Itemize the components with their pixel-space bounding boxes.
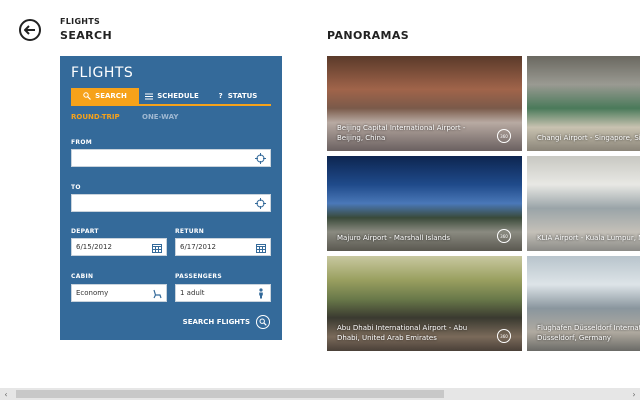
search-icon	[83, 92, 92, 100]
tab-schedule-label: SCHEDULE	[157, 92, 199, 100]
depart-date-input[interactable]: 6/15/2012	[71, 238, 167, 256]
person-icon	[255, 288, 266, 299]
list-icon	[145, 93, 154, 99]
cabin-value: Economy	[76, 289, 109, 297]
seat-icon	[151, 288, 162, 299]
page-title: SEARCH	[60, 29, 113, 42]
rotate-360-icon: 360	[497, 229, 511, 243]
caption-line: KLIA Airport - Kuala Lumpur, Ma	[537, 234, 640, 242]
to-label: TO	[71, 184, 81, 191]
from-label: FROM	[71, 139, 92, 146]
panorama-caption: Changi Airport - Singapore, Singa	[537, 133, 640, 143]
caption-line: Abu Dhabi International Airport - Abu	[337, 324, 468, 332]
tab-status[interactable]: ? STATUS	[205, 88, 271, 104]
locate-icon[interactable]	[255, 153, 266, 164]
search-icon	[256, 315, 270, 329]
panorama-caption: KLIA Airport - Kuala Lumpur, Ma	[537, 233, 640, 243]
back-arrow-icon	[24, 25, 35, 35]
panorama-tile-beijing[interactable]: Beijing Capital International Airport - …	[327, 56, 522, 151]
horizontal-scrollbar[interactable]: ‹ ›	[0, 388, 640, 400]
return-date-input[interactable]: 6/17/2012	[175, 238, 271, 256]
locate-icon[interactable]	[255, 198, 266, 209]
to-input[interactable]	[71, 194, 271, 212]
tab-schedule[interactable]: SCHEDULE	[139, 88, 205, 104]
round-trip-option[interactable]: ROUND-TRIP	[71, 113, 120, 121]
calendar-icon[interactable]	[151, 242, 162, 253]
caption-line: Dhabi, United Arab Emirates	[337, 334, 437, 342]
question-icon: ?	[218, 92, 223, 100]
panorama-caption: Majuro Airport - Marshall Islands	[337, 233, 450, 243]
panorama-tile-dusseldorf[interactable]: Flughafen Düsseldorf Internat Düsseldorf…	[527, 256, 640, 351]
tab-search[interactable]: SEARCH	[71, 88, 139, 104]
passengers-select[interactable]: 1 adult	[175, 284, 271, 302]
caption-line: Majuro Airport - Marshall Islands	[337, 234, 451, 242]
from-input[interactable]	[71, 149, 271, 167]
tab-search-label: SEARCH	[95, 92, 127, 100]
panorama-caption: Flughafen Düsseldorf Internat Düsseldorf…	[537, 323, 640, 343]
panorama-tile-majuro[interactable]: Majuro Airport - Marshall Islands 360	[327, 156, 522, 251]
return-value: 6/17/2012	[180, 243, 216, 251]
passengers-value: 1 adult	[180, 289, 205, 297]
caption-line: Changi Airport - Singapore, Singa	[537, 134, 640, 142]
panoramas-heading: PANORAMAS	[327, 29, 410, 42]
depart-value: 6/15/2012	[76, 243, 112, 251]
flight-tabs: SEARCH SCHEDULE ? STATUS	[71, 88, 271, 106]
caption-line: Beijing Capital International Airport -	[337, 124, 466, 132]
search-flights-label: SEARCH FLIGHTS	[182, 318, 250, 326]
cabin-label: CABIN	[71, 273, 94, 280]
rotate-360-icon: 360	[497, 129, 511, 143]
tab-status-label: STATUS	[227, 92, 258, 100]
panorama-tile-klia[interactable]: KLIA Airport - Kuala Lumpur, Ma	[527, 156, 640, 251]
panorama-tile-abu-dhabi[interactable]: Abu Dhabi International Airport - Abu Dh…	[327, 256, 522, 351]
breadcrumb: FLIGHTS	[60, 17, 101, 26]
return-label: RETURN	[175, 228, 205, 235]
panorama-caption: Abu Dhabi International Airport - Abu Dh…	[337, 323, 467, 343]
panel-title: FLIGHTS	[71, 65, 134, 81]
panorama-tile-changi[interactable]: Changi Airport - Singapore, Singa	[527, 56, 640, 151]
one-way-option[interactable]: ONE-WAY	[142, 113, 178, 121]
panorama-caption: Beijing Capital International Airport - …	[337, 123, 465, 143]
caption-line: Düsseldorf, Germany	[537, 334, 612, 342]
calendar-icon[interactable]	[255, 242, 266, 253]
caption-line: Flughafen Düsseldorf Internat	[537, 324, 640, 332]
scroll-left-icon[interactable]: ‹	[0, 388, 12, 400]
flights-panel: FLIGHTS SEARCH SCHEDULE ? STATUS ROUND-T…	[60, 56, 282, 340]
depart-label: DEPART	[71, 228, 99, 235]
caption-line: Beijing, China	[337, 134, 386, 142]
scrollbar-thumb[interactable]	[16, 390, 444, 398]
passengers-label: PASSENGERS	[175, 273, 222, 280]
search-flights-button[interactable]: SEARCH FLIGHTS	[183, 315, 270, 329]
back-button[interactable]	[19, 19, 41, 41]
rotate-360-icon: 360	[497, 329, 511, 343]
scroll-right-icon[interactable]: ›	[628, 388, 640, 400]
cabin-select[interactable]: Economy	[71, 284, 167, 302]
